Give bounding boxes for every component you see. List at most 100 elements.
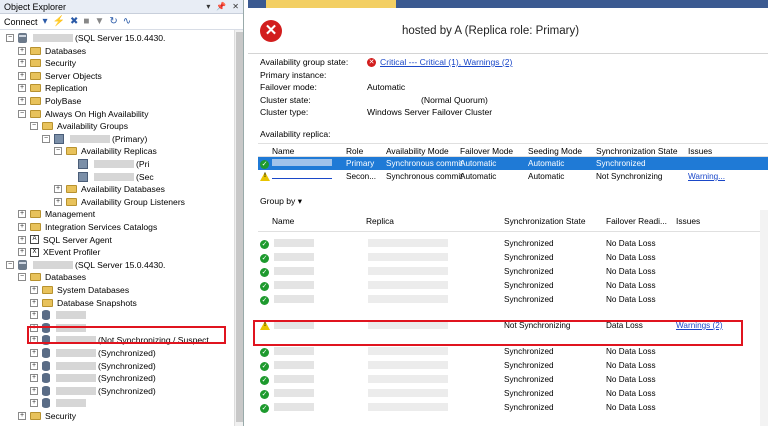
expand-toggle-icon[interactable]: −: [18, 273, 26, 282]
expand-toggle-icon[interactable]: +: [30, 399, 38, 408]
expand-toggle-icon[interactable]: +: [54, 197, 62, 206]
database-row[interactable]: ✓ Synchronized No Data Loss: [258, 264, 768, 278]
expand-toggle-icon[interactable]: +: [18, 412, 26, 420]
column-header-issues[interactable]: Issues: [688, 146, 712, 156]
replica-row[interactable]: ✓ Primary Synchronous commit Automatic Autom…: [258, 157, 768, 170]
tree-node[interactable]: +: [30, 309, 88, 321]
ag-state-link[interactable]: Critical --- Critical (1), Warnings (2): [380, 57, 512, 67]
pin-icon[interactable]: 📌: [216, 2, 226, 11]
tree-node[interactable]: − Always On High Availability: [18, 108, 149, 120]
expand-toggle-icon[interactable]: −: [18, 109, 26, 118]
column-header-replica[interactable]: Replica: [366, 216, 394, 226]
tree-node[interactable]: + Replication: [18, 82, 88, 94]
tree-node[interactable]: + Integration Services Catalogs: [18, 221, 157, 233]
tree-node[interactable]: + (Synchronized): [30, 360, 156, 372]
tree-node[interactable]: + Availability Group Listeners: [54, 196, 185, 208]
database-row[interactable]: ✓ Synchronized No Data Loss: [258, 400, 768, 414]
expand-toggle-icon[interactable]: +: [18, 46, 26, 55]
expand-toggle-icon[interactable]: −: [54, 147, 62, 156]
expand-toggle-icon[interactable]: +: [54, 185, 62, 194]
expand-toggle-icon[interactable]: +: [18, 248, 26, 257]
tree-node[interactable]: + (Synchronized): [30, 372, 156, 384]
expand-toggle-icon[interactable]: +: [30, 298, 38, 307]
tree-node[interactable]: (Pri: [66, 158, 149, 170]
database-row[interactable]: ✓ Synchronized No Data Loss: [258, 250, 768, 264]
tree-node[interactable]: + X XEvent Profiler: [18, 246, 100, 258]
tree-node[interactable]: + Security: [18, 57, 76, 69]
database-row[interactable]: ✓ Synchronized No Data Loss: [258, 344, 768, 358]
tree-node[interactable]: − (SQL Server 15.0.4430.: [6, 259, 165, 271]
dropdown-icon[interactable]: ▾: [206, 2, 210, 11]
disconnect-icon[interactable]: ✖: [70, 16, 78, 27]
connect-button[interactable]: Connect: [4, 17, 38, 27]
expand-toggle-icon[interactable]: +: [18, 235, 26, 244]
tree-node[interactable]: − (Primary): [42, 133, 147, 145]
expand-toggle-icon[interactable]: +: [30, 361, 38, 370]
connect-dropdown-icon[interactable]: ▾: [43, 16, 48, 27]
tree-scrollbar[interactable]: [234, 30, 243, 426]
tree-node[interactable]: +: [30, 397, 88, 409]
database-row[interactable]: ✓ Synchronized No Data Loss: [258, 372, 768, 386]
expand-toggle-icon[interactable]: +: [18, 97, 26, 105]
column-header-role[interactable]: Role: [346, 146, 363, 156]
tree-node[interactable]: + Databases: [18, 45, 86, 57]
column-header-failover-mode[interactable]: Failover Mode: [460, 146, 513, 156]
tree-node[interactable]: + Availability Databases: [54, 183, 165, 195]
tree-node[interactable]: + Management: [18, 208, 95, 220]
column-header-failover-readi-[interactable]: Failover Readi...: [606, 216, 667, 226]
expand-toggle-icon[interactable]: −: [6, 260, 14, 269]
tree-node[interactable]: + (Synchronized): [30, 385, 156, 397]
expand-toggle-icon[interactable]: +: [30, 374, 38, 383]
tree-node-label: Replication: [45, 83, 88, 94]
database-row[interactable]: ✓ Synchronized No Data Loss: [258, 236, 768, 250]
stop-icon[interactable]: ■: [83, 16, 89, 27]
tree-node[interactable]: + A SQL Server Agent: [18, 234, 112, 246]
tree-node[interactable]: + System Databases: [30, 284, 129, 296]
refresh-icon[interactable]: ↻: [109, 16, 117, 27]
replica-issues[interactable]: Warning...: [688, 172, 725, 181]
column-header-seeding-mode[interactable]: Seeding Mode: [528, 146, 582, 156]
expand-toggle-icon[interactable]: +: [30, 311, 38, 320]
filter-icon[interactable]: ▼: [94, 16, 104, 27]
tree-node[interactable]: + (Synchronized): [30, 347, 156, 359]
tree-scrollbar-thumb[interactable]: [236, 32, 243, 422]
column-header-name[interactable]: Name: [272, 216, 294, 226]
column-header-synchronization-state[interactable]: Synchronization State: [504, 216, 585, 226]
database-row[interactable]: ✓ Synchronized No Data Loss: [258, 292, 768, 306]
tree-node[interactable]: + Database Snapshots: [30, 297, 137, 309]
database-row[interactable]: ✓ Synchronized No Data Loss: [258, 386, 768, 400]
tree-node[interactable]: − Availability Replicas: [54, 145, 157, 157]
column-header-availability-mode[interactable]: Availability Mode: [386, 146, 449, 156]
database-row[interactable]: ✓ Synchronized No Data Loss: [258, 278, 768, 292]
column-header-synchronization-state[interactable]: Synchronization State: [596, 146, 677, 156]
database-row[interactable]: ✓ Synchronized No Data Loss: [258, 358, 768, 372]
expand-toggle-icon[interactable]: +: [30, 386, 38, 395]
tree-node[interactable]: − (SQL Server 15.0.4430.: [6, 32, 165, 44]
expand-toggle-icon[interactable]: +: [30, 286, 38, 294]
expand-toggle-icon[interactable]: −: [42, 134, 50, 143]
tree-node[interactable]: − Availability Groups: [30, 120, 128, 132]
connect-server-icon[interactable]: ⚡: [53, 16, 65, 27]
replica-row[interactable]: Secon...Synchronous commitAutomaticAutom…: [258, 170, 768, 183]
expand-toggle-icon[interactable]: −: [6, 34, 14, 42]
expand-toggle-icon[interactable]: +: [18, 71, 26, 80]
close-icon[interactable]: ✕: [232, 2, 239, 11]
tree-node[interactable]: (Sec: [66, 171, 154, 183]
expand-toggle-icon[interactable]: +: [30, 349, 38, 357]
expand-toggle-icon[interactable]: +: [18, 84, 26, 93]
group-by-dropdown[interactable]: Group by ▾: [260, 196, 302, 207]
dashboard-tab[interactable]: [266, 0, 396, 8]
property-value[interactable]: ✕ Critical --- Critical (1), Warnings (2): [367, 57, 512, 67]
column-header-name[interactable]: Name: [272, 146, 294, 156]
tree-node[interactable]: + Security: [18, 410, 76, 422]
database-table-scrollbar[interactable]: [760, 210, 768, 426]
expand-toggle-icon[interactable]: +: [18, 210, 26, 219]
tree-node[interactable]: + Server Objects: [18, 70, 102, 82]
expand-toggle-icon[interactable]: −: [30, 122, 38, 131]
tree-node[interactable]: − Databases: [18, 271, 86, 283]
tree-node[interactable]: + PolyBase: [18, 95, 81, 107]
activity-monitor-icon[interactable]: ∿: [123, 16, 131, 27]
column-header-issues[interactable]: Issues: [676, 216, 700, 226]
expand-toggle-icon[interactable]: +: [18, 59, 26, 68]
expand-toggle-icon[interactable]: +: [18, 223, 26, 231]
